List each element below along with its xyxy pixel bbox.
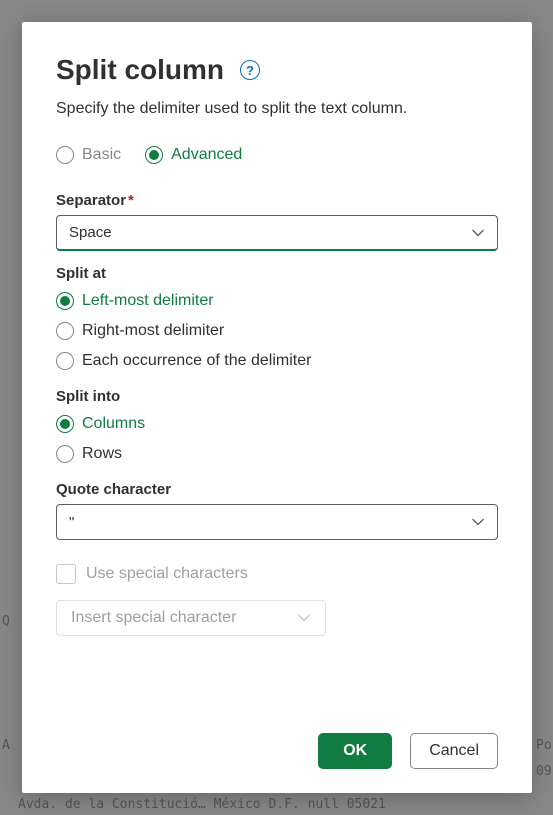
split-column-dialog: Split column ? Specify the delimiter use… bbox=[22, 22, 532, 793]
ok-button[interactable]: OK bbox=[318, 733, 392, 769]
radio-circle-icon bbox=[56, 146, 74, 164]
radio-circle-icon bbox=[56, 415, 74, 433]
dialog-title: Split column bbox=[56, 54, 224, 86]
help-icon[interactable]: ? bbox=[240, 60, 260, 80]
radio-dot-icon bbox=[149, 150, 159, 160]
help-icon-glyph: ? bbox=[246, 63, 254, 78]
separator-field: Separator* Space bbox=[56, 192, 498, 251]
quote-char-field: Quote character " bbox=[56, 481, 498, 540]
dialog-backdrop: Q A Po 09 Avda. de la Constitució… Méxic… bbox=[0, 0, 553, 815]
radio-circle-icon bbox=[56, 292, 74, 310]
split-at-right-radio[interactable]: Right-most delimiter bbox=[56, 322, 498, 340]
bg-text: 09 bbox=[536, 764, 552, 779]
dialog-header: Split column ? bbox=[56, 54, 498, 86]
quote-char-label: Quote character bbox=[56, 481, 498, 498]
spacer bbox=[56, 636, 498, 717]
mode-advanced-radio[interactable]: Advanced bbox=[145, 146, 242, 164]
split-at-left-radio[interactable]: Left-most delimiter bbox=[56, 292, 498, 310]
split-at-options: Left-most delimiter Right-most delimiter… bbox=[56, 292, 498, 370]
split-at-each-label: Each occurrence of the delimiter bbox=[82, 352, 311, 370]
split-at-label: Split at bbox=[56, 265, 498, 282]
split-into-columns-radio[interactable]: Columns bbox=[56, 415, 498, 433]
use-special-chars-label: Use special characters bbox=[86, 565, 248, 583]
split-into-options: Columns Rows bbox=[56, 415, 498, 463]
radio-dot-icon bbox=[60, 419, 70, 429]
separator-label: Separator* bbox=[56, 192, 498, 209]
insert-special-char-label: Insert special character bbox=[71, 609, 236, 627]
bg-text: Avda. de la Constitució… México D.F. nul… bbox=[18, 797, 386, 812]
dialog-subtitle: Specify the delimiter used to split the … bbox=[56, 100, 498, 118]
bg-text: Q bbox=[2, 614, 10, 629]
mode-advanced-label: Advanced bbox=[171, 146, 242, 164]
split-at-field: Split at Left-most delimiter Right-most … bbox=[56, 265, 498, 370]
mode-basic-label: Basic bbox=[82, 146, 121, 164]
split-into-rows-label: Rows bbox=[82, 445, 122, 463]
split-at-right-label: Right-most delimiter bbox=[82, 322, 224, 340]
chevron-down-icon bbox=[471, 515, 485, 529]
split-at-left-label: Left-most delimiter bbox=[82, 292, 214, 310]
insert-special-char-button[interactable]: Insert special character bbox=[56, 600, 326, 636]
radio-dot-icon bbox=[60, 296, 70, 306]
quote-char-value: " bbox=[69, 514, 74, 531]
quote-char-select[interactable]: " bbox=[56, 504, 498, 540]
mode-selector: Basic Advanced bbox=[56, 146, 498, 164]
radio-circle-icon bbox=[56, 445, 74, 463]
bg-text: Po bbox=[536, 738, 552, 753]
required-mark: * bbox=[128, 192, 134, 209]
radio-circle-icon bbox=[145, 146, 163, 164]
radio-circle-icon bbox=[56, 352, 74, 370]
use-special-chars-row: Use special characters bbox=[56, 564, 498, 584]
separator-value: Space bbox=[69, 224, 112, 241]
chevron-down-icon bbox=[471, 226, 485, 240]
separator-select[interactable]: Space bbox=[56, 215, 498, 251]
dialog-buttons: OK Cancel bbox=[56, 733, 498, 769]
split-at-each-radio[interactable]: Each occurrence of the delimiter bbox=[56, 352, 498, 370]
separator-label-text: Separator bbox=[56, 192, 126, 209]
cancel-button[interactable]: Cancel bbox=[410, 733, 498, 769]
split-into-field: Split into Columns Rows bbox=[56, 388, 498, 463]
chevron-down-icon bbox=[297, 611, 311, 625]
mode-basic-radio[interactable]: Basic bbox=[56, 146, 121, 164]
split-into-rows-radio[interactable]: Rows bbox=[56, 445, 498, 463]
use-special-chars-checkbox[interactable] bbox=[56, 564, 76, 584]
split-into-label: Split into bbox=[56, 388, 498, 405]
bg-text: A bbox=[2, 738, 10, 753]
split-into-columns-label: Columns bbox=[82, 415, 145, 433]
radio-circle-icon bbox=[56, 322, 74, 340]
